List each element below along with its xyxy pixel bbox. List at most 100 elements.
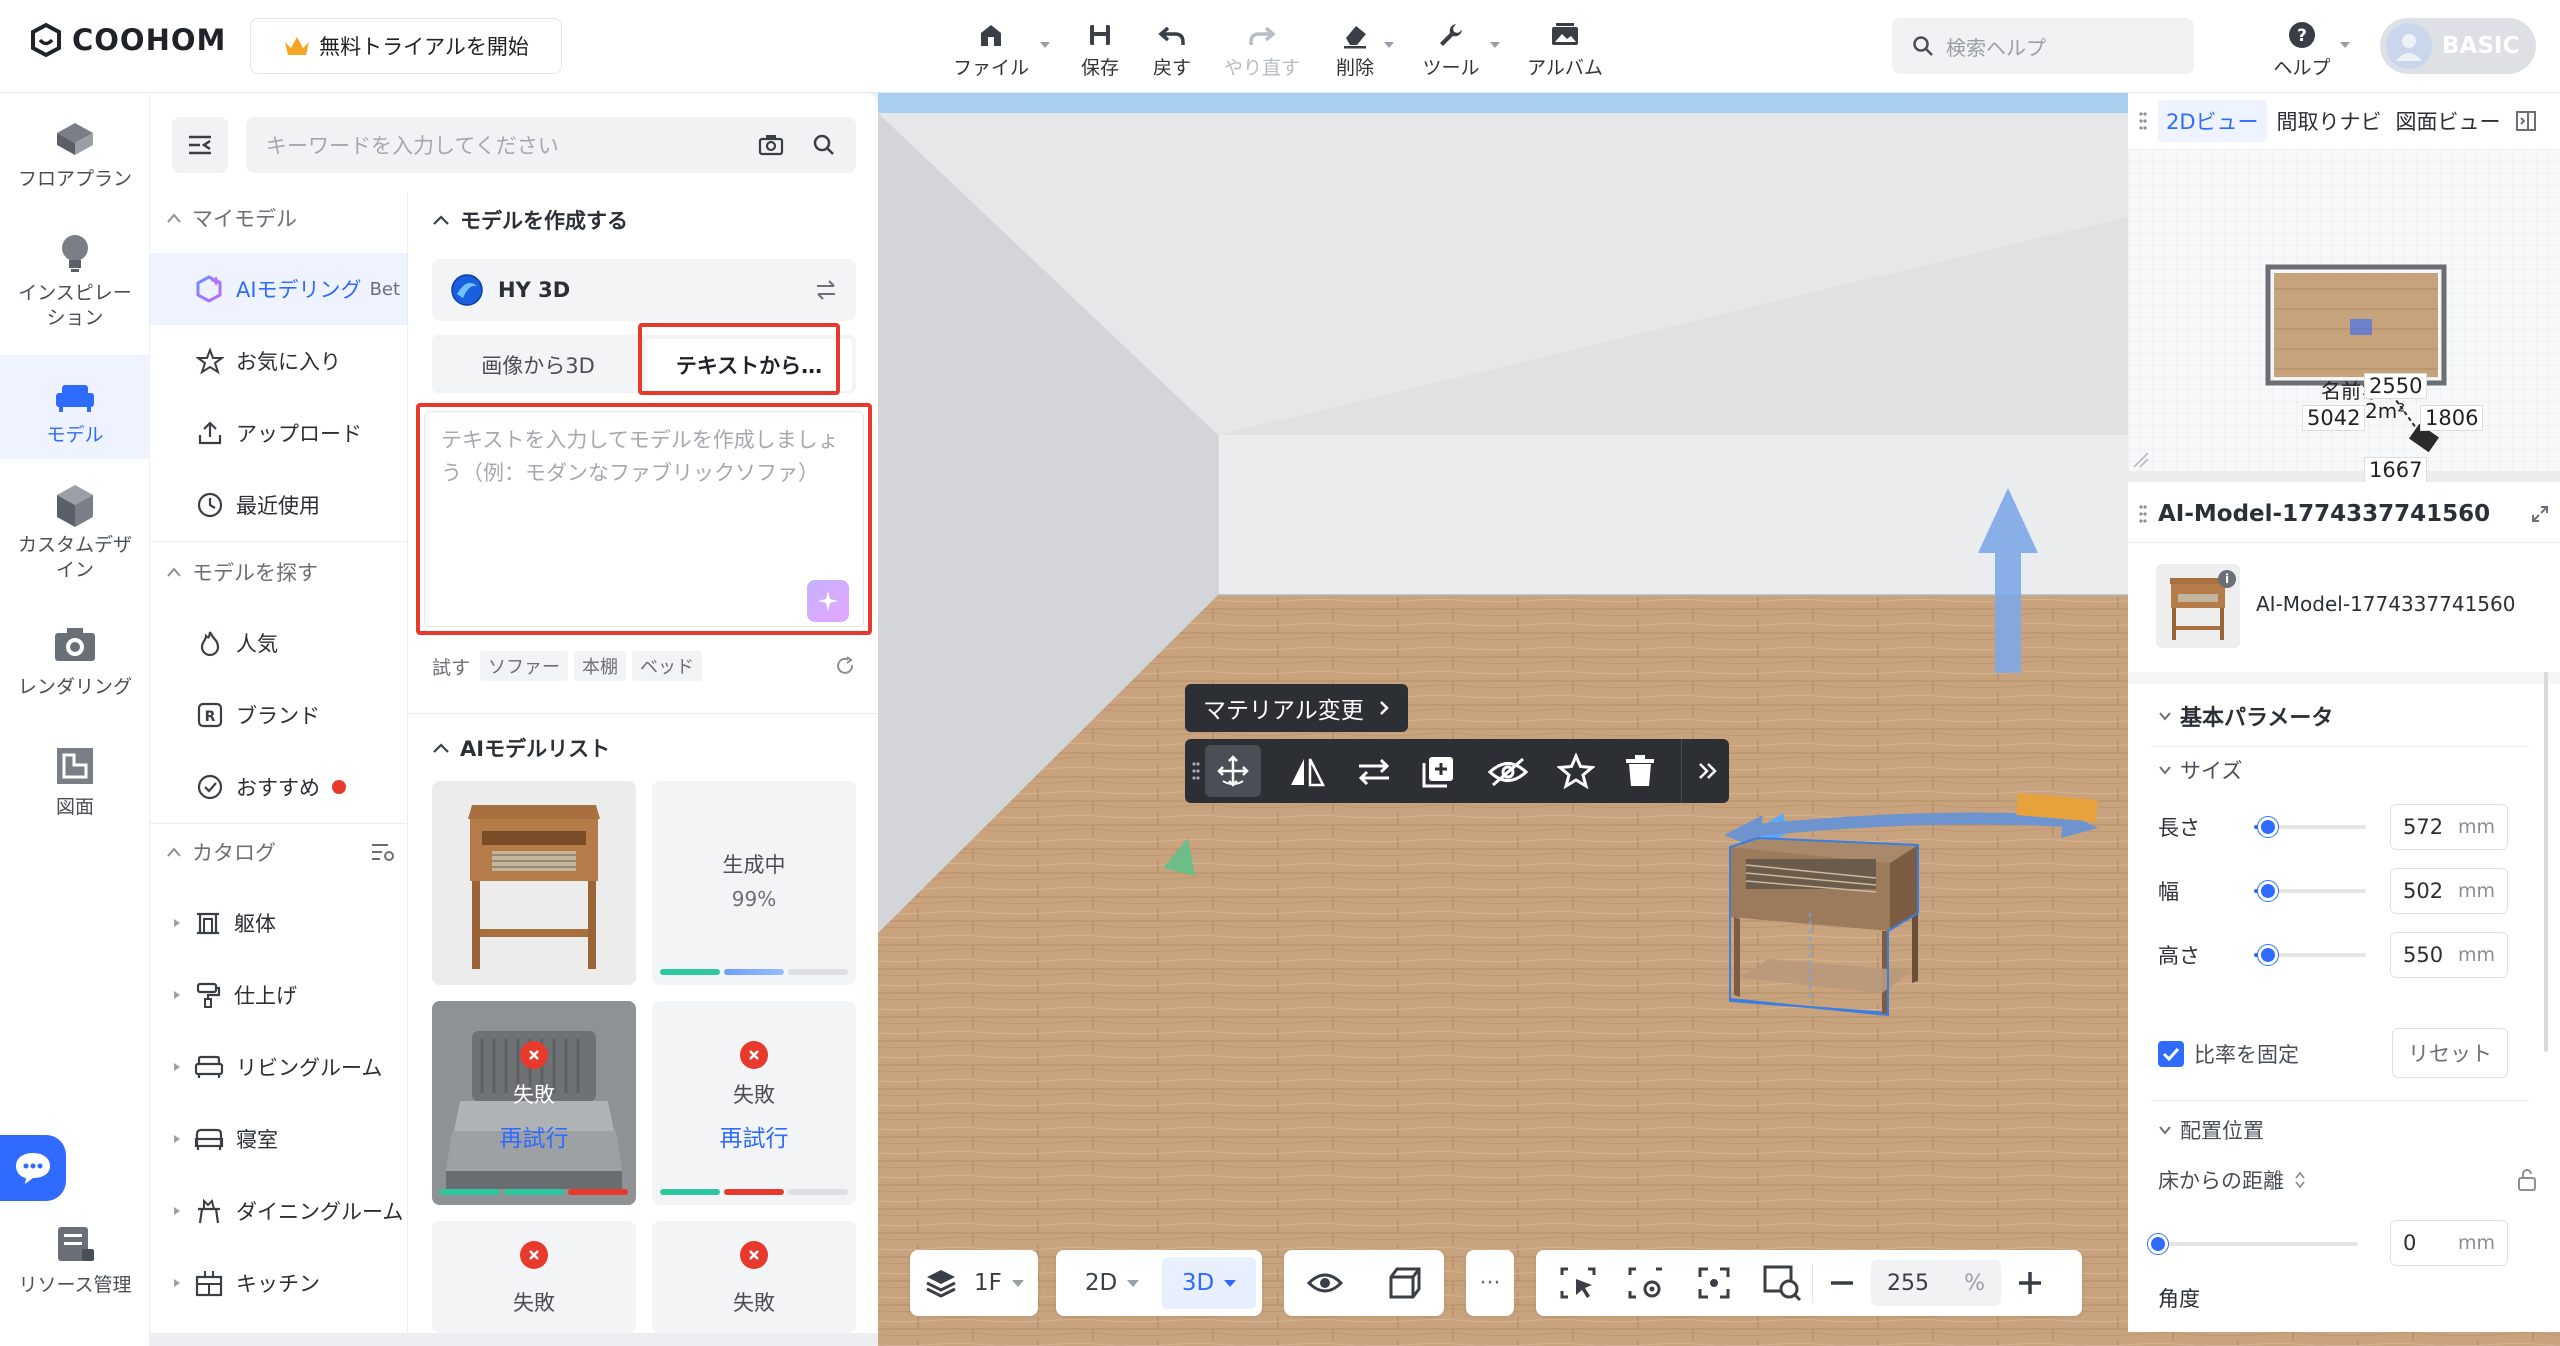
file-dropdown-caret[interactable] bbox=[1040, 42, 1050, 48]
placement-header[interactable]: 配置位置 bbox=[2158, 1108, 2538, 1152]
rail-item-drawing[interactable]: 図面 bbox=[0, 745, 150, 845]
cat-item-recommended[interactable]: おすすめ bbox=[150, 751, 407, 823]
ai-model-card-failed[interactable]: 失敗 再試行 bbox=[652, 1001, 856, 1205]
swap-icon[interactable] bbox=[814, 279, 838, 301]
catalog-item[interactable]: キッチン bbox=[150, 1247, 407, 1319]
size-header[interactable]: サイズ bbox=[2158, 748, 2538, 792]
more-options-button[interactable]: ··· bbox=[1466, 1250, 1514, 1316]
lock-icon[interactable] bbox=[2516, 1168, 2538, 1192]
model-search-input[interactable]: キーワードを入力してください bbox=[246, 117, 856, 173]
catalog-item[interactable]: ダイニングルーム bbox=[150, 1175, 407, 1247]
floor-distance-input[interactable]: 0 mm bbox=[2390, 1220, 2508, 1266]
expand-more-icon[interactable] bbox=[1697, 761, 1719, 781]
3d-box-icon[interactable] bbox=[1387, 1265, 1423, 1301]
redo-button[interactable]: やり直す bbox=[1222, 10, 1302, 80]
ai-model-card-failed[interactable]: 失敗 bbox=[652, 1221, 856, 1333]
ai-model-card-failed[interactable]: 失敗 再試行 bbox=[432, 1001, 636, 1205]
chat-support-button[interactable] bbox=[0, 1135, 66, 1201]
drag-handle-icon[interactable] bbox=[2138, 111, 2148, 131]
rail-item-custom-design[interactable]: カスタムデザイン bbox=[0, 477, 150, 597]
user-account-button[interactable]: BASIC bbox=[2380, 18, 2536, 74]
scrollbar[interactable] bbox=[2544, 672, 2548, 1052]
drag-handle-icon[interactable] bbox=[1191, 761, 1201, 781]
tab-layout-nav[interactable]: 間取りナビ bbox=[2277, 106, 2382, 136]
find-models-header[interactable]: モデルを探す bbox=[166, 557, 318, 587]
catalog-item[interactable]: 寝室 bbox=[150, 1103, 407, 1175]
cat-item-brands[interactable]: R ブランド bbox=[150, 679, 407, 751]
help-button[interactable]: ? ヘルプ bbox=[2270, 10, 2334, 80]
view-2d-button[interactable]: 2D bbox=[1062, 1257, 1162, 1309]
zoom-level-input[interactable]: 255 % bbox=[1871, 1260, 2001, 1306]
try-tag-bed[interactable]: ベッド bbox=[632, 651, 703, 681]
help-search-input[interactable]: 検索ヘルプ bbox=[1892, 18, 2194, 74]
width-input[interactable]: 502 mm bbox=[2390, 868, 2508, 914]
rail-item-resource-mgmt[interactable]: リソース管理 bbox=[0, 1223, 150, 1323]
retry-link[interactable]: 再試行 bbox=[432, 1119, 636, 1153]
length-input[interactable]: 572 mm bbox=[2390, 804, 2508, 850]
tab-image-to-3d[interactable]: 画像から3D bbox=[432, 339, 644, 391]
file-menu-button[interactable]: ファイル bbox=[948, 10, 1034, 80]
focus-center-icon[interactable] bbox=[1696, 1265, 1732, 1301]
move-tool-button[interactable] bbox=[1205, 745, 1261, 797]
basic-params-header[interactable]: 基本パラメータ bbox=[2158, 694, 2538, 738]
search-icon[interactable] bbox=[812, 133, 836, 157]
app-logo[interactable]: COOHOM bbox=[28, 22, 226, 58]
save-button[interactable]: 保存 bbox=[1078, 10, 1122, 80]
delete-button[interactable]: 削除 bbox=[1330, 10, 1380, 80]
collapse-panel-button[interactable] bbox=[172, 117, 228, 173]
tools-button[interactable]: ツール bbox=[1418, 10, 1484, 80]
zoom-out-icon[interactable] bbox=[1827, 1268, 1857, 1298]
album-button[interactable]: アルバム bbox=[1522, 10, 1608, 80]
catalog-item[interactable]: 仕上げ bbox=[150, 959, 407, 1031]
floor-distance-slider[interactable] bbox=[2148, 1234, 2358, 1254]
image-search-camera-icon[interactable] bbox=[758, 133, 784, 157]
duplicate-add-icon[interactable] bbox=[1419, 753, 1459, 791]
visibility-eye-icon[interactable] bbox=[1306, 1269, 1344, 1297]
reset-button[interactable]: リセット bbox=[2392, 1028, 2508, 1078]
try-tag-bookshelf[interactable]: 本棚 bbox=[574, 651, 627, 681]
mirror-icon[interactable] bbox=[1287, 755, 1327, 789]
ai-model-list-header[interactable]: AIモデルリスト bbox=[432, 733, 610, 763]
rail-item-model[interactable]: モデル bbox=[0, 355, 150, 459]
zoom-in-icon[interactable] bbox=[2015, 1268, 2045, 1298]
cat-item-popular[interactable]: 人気 bbox=[150, 607, 407, 679]
replace-swap-icon[interactable] bbox=[1355, 757, 1393, 787]
tab-drawing-view[interactable]: 図面ビュー bbox=[2396, 106, 2501, 136]
ai-model-card-failed[interactable]: 失敗 bbox=[432, 1221, 636, 1333]
tools-dropdown-caret[interactable] bbox=[1490, 42, 1500, 48]
delete-trash-icon[interactable] bbox=[1623, 753, 1657, 789]
view-settings-icon[interactable] bbox=[1626, 1265, 1666, 1301]
floor-selector[interactable]: 1F bbox=[910, 1250, 1038, 1316]
create-model-header[interactable]: モデルを作成する bbox=[432, 205, 628, 235]
length-slider[interactable] bbox=[2254, 817, 2366, 837]
zoom-fit-icon[interactable] bbox=[1762, 1264, 1802, 1302]
rail-item-rendering[interactable]: レンダリング bbox=[0, 625, 150, 725]
info-icon[interactable]: i bbox=[2218, 570, 2236, 588]
cat-item-recent[interactable]: 最近使用 bbox=[150, 469, 407, 541]
model-thumbnail[interactable]: i bbox=[2156, 564, 2240, 648]
delete-dropdown-caret[interactable] bbox=[1384, 42, 1394, 48]
cat-item-favorites[interactable]: お気に入り bbox=[150, 325, 407, 397]
my-models-header[interactable]: マイモデル bbox=[166, 203, 297, 233]
rail-item-floorplan[interactable]: フロアプラン bbox=[0, 111, 150, 211]
filter-settings-icon[interactable] bbox=[370, 841, 396, 863]
ai-model-card[interactable] bbox=[432, 781, 636, 985]
region-select-icon[interactable] bbox=[1558, 1265, 1598, 1301]
catalog-header[interactable]: カタログ bbox=[166, 837, 396, 867]
try-tag-sofa[interactable]: ソファー bbox=[480, 651, 569, 681]
height-input[interactable]: 550 mm bbox=[2390, 932, 2508, 978]
undo-button[interactable]: 戻す bbox=[1150, 10, 1194, 80]
hide-eye-icon[interactable] bbox=[1487, 755, 1529, 789]
tab-2d-view[interactable]: 2Dビュー bbox=[2158, 100, 2267, 142]
sort-updown-icon[interactable] bbox=[2294, 1170, 2306, 1190]
cat-item-ai-modeling[interactable]: AIモデリング Bet bbox=[150, 253, 407, 325]
refresh-icon[interactable] bbox=[834, 655, 856, 677]
expand-icon[interactable] bbox=[2530, 504, 2550, 524]
cat-item-upload[interactable]: アップロード bbox=[150, 397, 407, 469]
catalog-item[interactable]: リビングルーム bbox=[150, 1031, 407, 1103]
material-change-button[interactable]: マテリアル変更 bbox=[1185, 684, 1408, 732]
retry-link[interactable]: 再試行 bbox=[652, 1119, 856, 1153]
height-slider[interactable] bbox=[2254, 945, 2366, 965]
ai-model-card-generating[interactable]: 生成中 99% bbox=[652, 781, 856, 985]
help-dropdown-caret[interactable] bbox=[2340, 42, 2350, 48]
